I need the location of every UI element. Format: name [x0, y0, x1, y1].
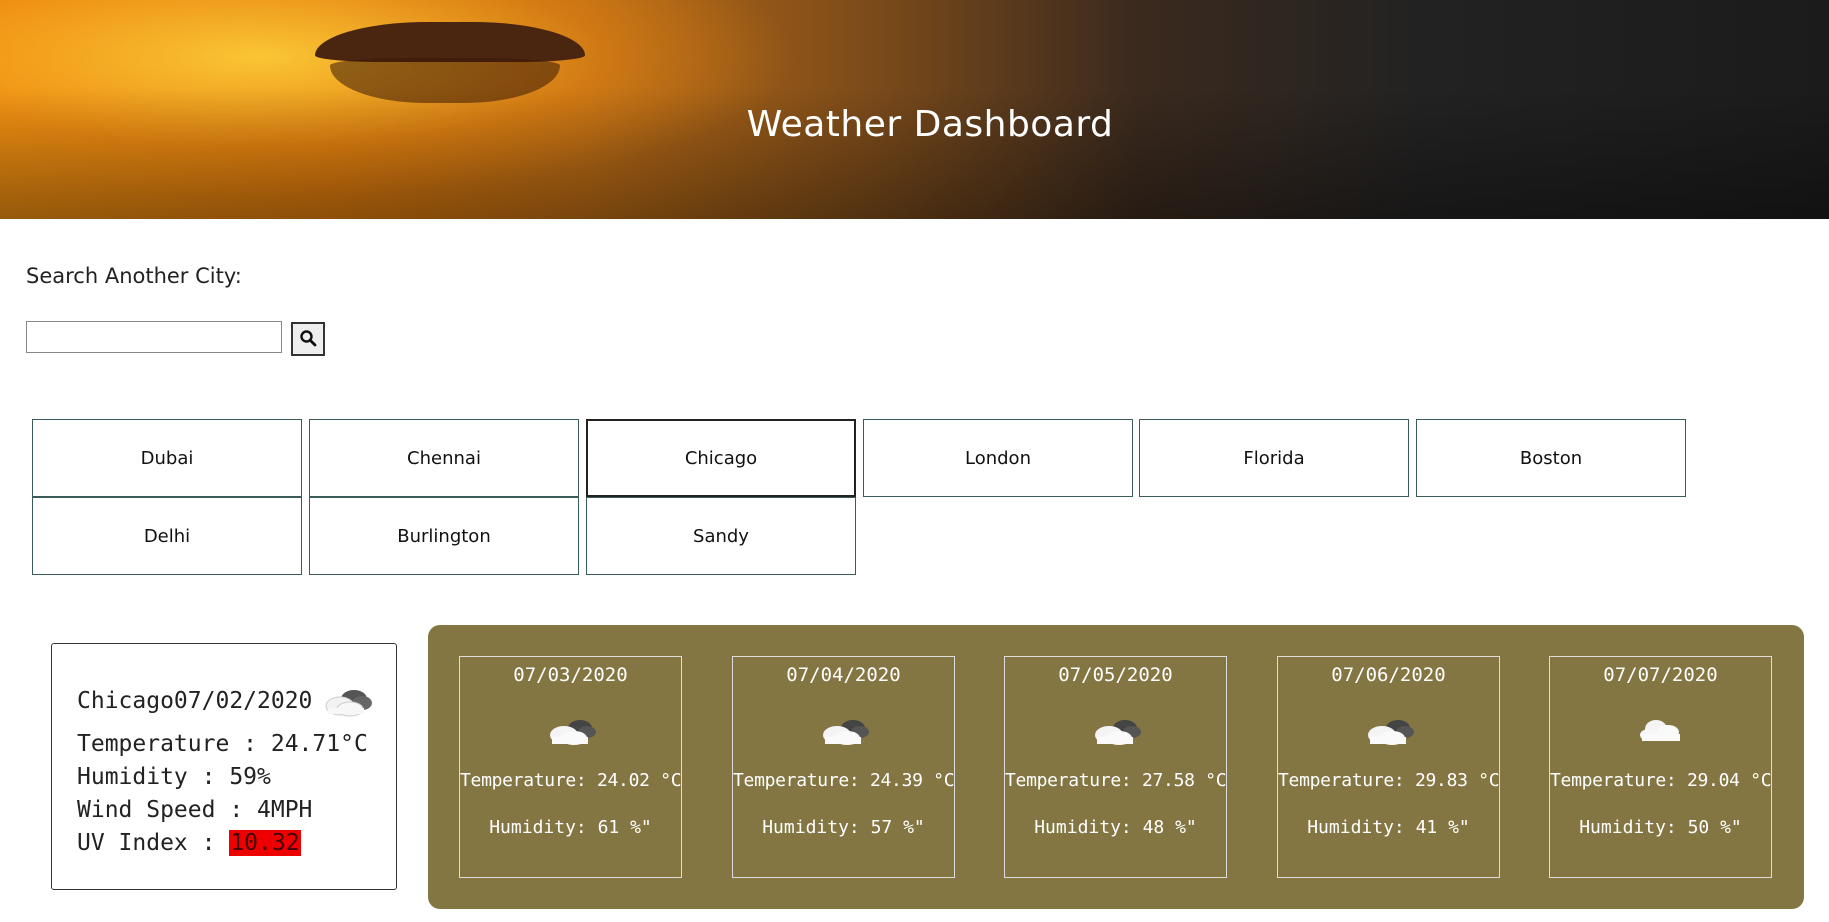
current-uv: UV Index : 10.32 — [77, 830, 301, 856]
uv-label: UV Index : — [77, 830, 230, 856]
current-heading: Chicago07/02/2020 — [77, 684, 374, 718]
forecast-date: 07/03/2020 — [513, 664, 628, 686]
current-wind-speed: Wind Speed : 4MPH — [77, 797, 313, 823]
partly-cloudy-icon — [1088, 714, 1144, 752]
city-button-burlington[interactable]: Burlington — [309, 497, 579, 575]
forecast-card: 07/03/2020 Temperature: 24.02 °C Humidit… — [459, 656, 682, 878]
cloud-icon — [1636, 714, 1686, 748]
forecast-date: 07/05/2020 — [1058, 664, 1173, 686]
current-city-date: Chicago07/02/2020 — [77, 688, 313, 714]
city-button-dubai[interactable]: Dubai — [32, 419, 302, 497]
city-button-boston[interactable]: Boston — [1416, 419, 1686, 497]
search-label: Search Another City: — [26, 264, 242, 288]
forecast-temperature: Temperature: 24.39 °C — [733, 770, 955, 791]
current-weather-card: Chicago07/02/2020 Temperature : 24.71°C … — [51, 643, 397, 890]
city-button-london[interactable]: London — [863, 419, 1133, 497]
current-temperature: Temperature : 24.71°C — [77, 731, 368, 757]
forecast-date: 07/06/2020 — [1331, 664, 1446, 686]
search-button[interactable] — [291, 322, 325, 356]
partly-cloudy-icon — [1361, 714, 1417, 752]
city-search-input[interactable] — [26, 321, 282, 353]
forecast-humidity: Humidity: 48 %" — [1034, 817, 1197, 838]
forecast-temperature: Temperature: 27.58 °C — [1005, 770, 1227, 791]
city-button-chennai[interactable]: Chennai — [309, 419, 579, 497]
forecast-humidity: Humidity: 41 %" — [1307, 817, 1470, 838]
five-day-forecast: 07/03/2020 Temperature: 24.02 °C Humidit… — [428, 625, 1804, 909]
cloudy-icon — [320, 684, 374, 718]
search-icon — [299, 329, 317, 350]
forecast-card: 07/07/2020 Temperature: 29.04 °C Humidit… — [1549, 656, 1772, 878]
city-button-sandy[interactable]: Sandy — [586, 497, 856, 575]
forecast-humidity: Humidity: 57 %" — [762, 817, 925, 838]
forecast-temperature: Temperature: 29.04 °C — [1550, 770, 1772, 791]
forecast-humidity: Humidity: 50 %" — [1579, 817, 1742, 838]
partly-cloudy-icon — [543, 714, 599, 752]
city-button-delhi[interactable]: Delhi — [32, 497, 302, 575]
forecast-date: 07/04/2020 — [786, 664, 901, 686]
forecast-temperature: Temperature: 29.83 °C — [1278, 770, 1500, 791]
partly-cloudy-icon — [816, 714, 872, 752]
forecast-card: 07/05/2020 Temperature: 27.58 °C Humidit… — [1004, 656, 1227, 878]
page-title: Weather Dashboard — [746, 104, 1114, 145]
forecast-humidity: Humidity: 61 %" — [489, 817, 652, 838]
current-humidity: Humidity : 59% — [77, 764, 271, 790]
forecast-date: 07/07/2020 — [1603, 664, 1718, 686]
city-button-florida[interactable]: Florida — [1139, 419, 1409, 497]
forecast-temperature: Temperature: 24.02 °C — [460, 770, 682, 791]
city-button-chicago[interactable]: Chicago — [586, 419, 856, 497]
forecast-card: 07/04/2020 Temperature: 24.39 °C Humidit… — [732, 656, 955, 878]
header-banner: Weather Dashboard — [0, 0, 1829, 219]
uv-index-badge: 10.32 — [229, 830, 301, 856]
forecast-card: 07/06/2020 Temperature: 29.83 °C Humidit… — [1277, 656, 1500, 878]
